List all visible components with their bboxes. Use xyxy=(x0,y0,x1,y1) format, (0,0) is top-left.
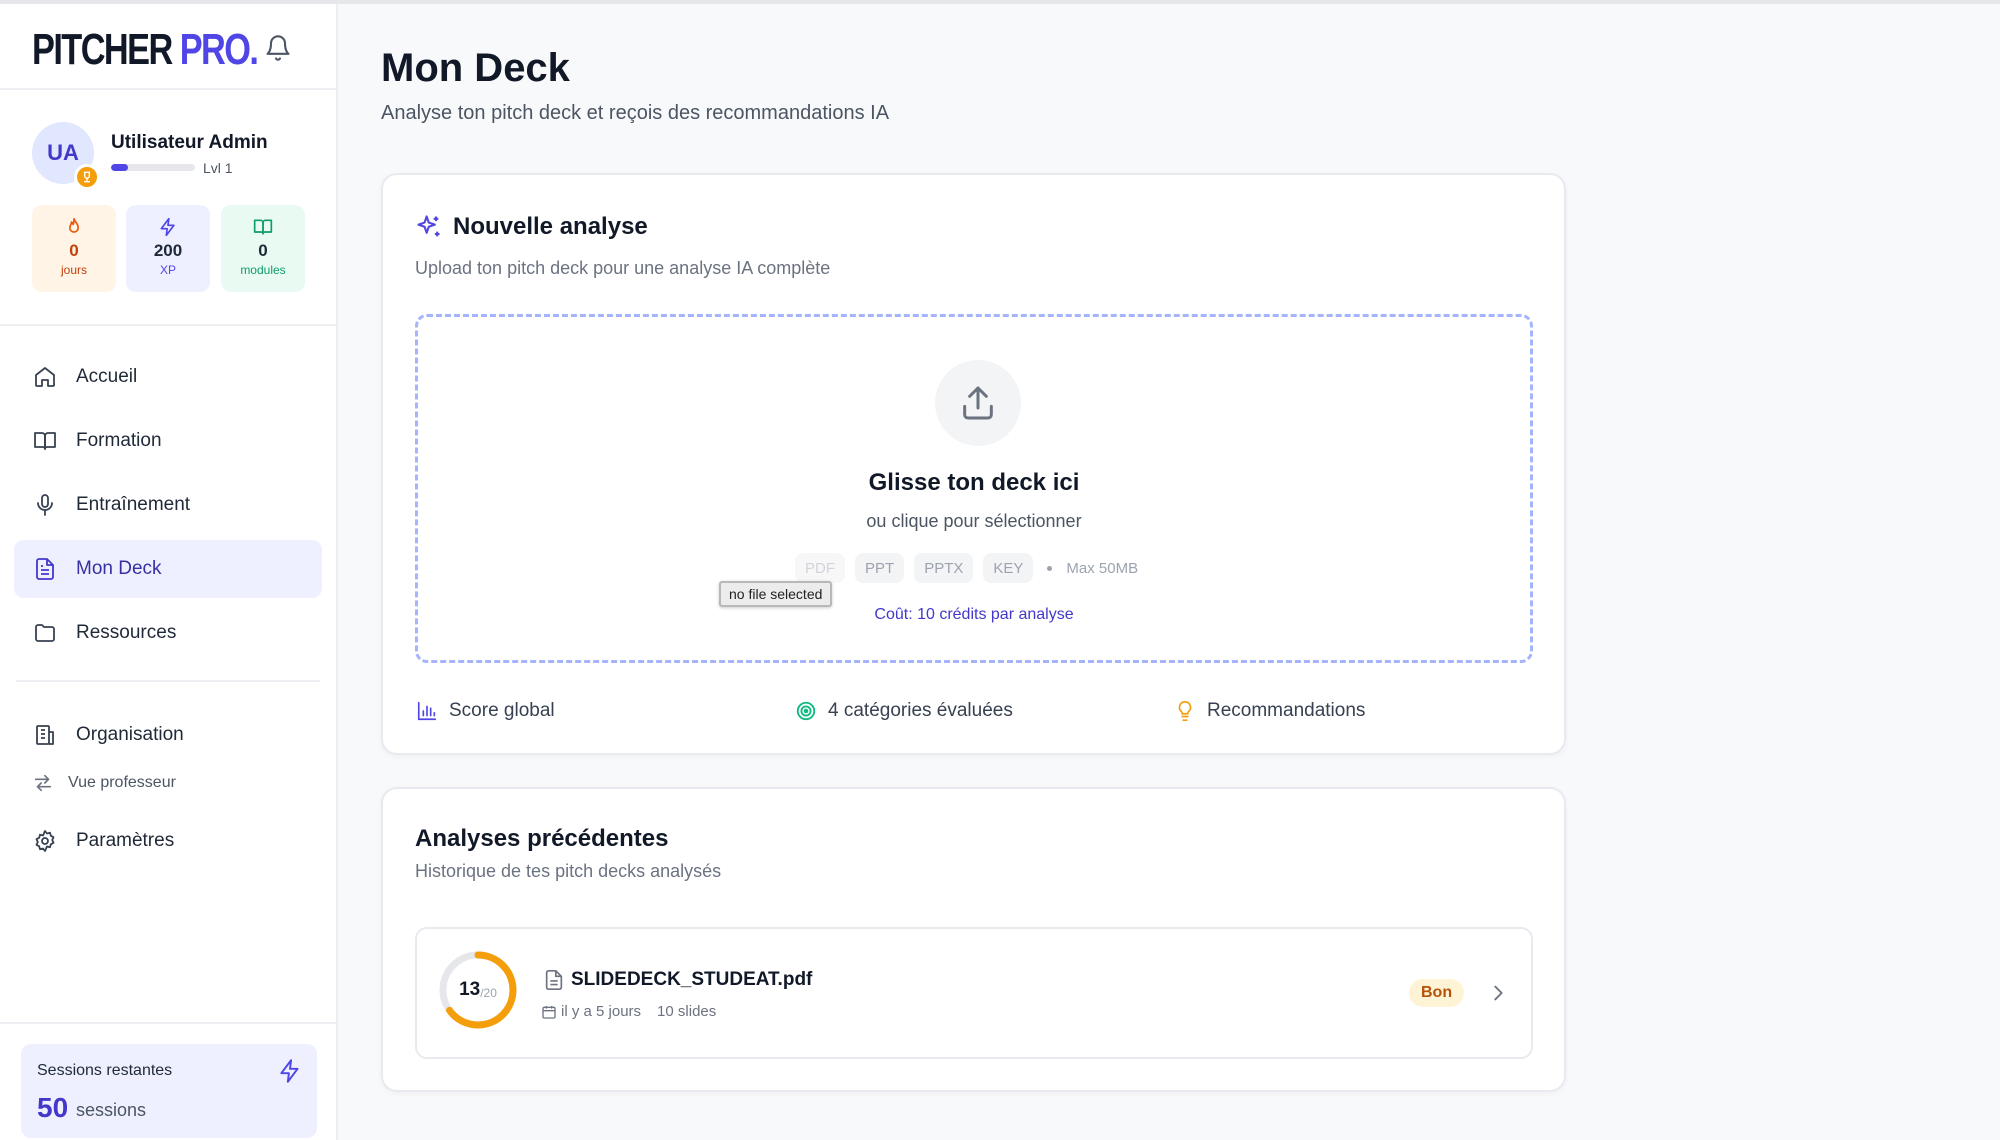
new-analysis-card: Nouvelle analyse Upload ton pitch deck p… xyxy=(381,173,1566,755)
nav-item-entrainement[interactable]: Entraînement xyxy=(14,476,322,534)
user-name: Utilisateur Admin xyxy=(111,132,268,153)
stat-streak-value: 0 xyxy=(69,241,79,260)
format-chip: PPTX xyxy=(914,553,974,583)
nav-item-accueil[interactable]: Accueil xyxy=(14,348,322,406)
history-title: Analyses précédentes xyxy=(415,825,669,852)
sessions-card: Sessions restantes 50 sessions xyxy=(21,1044,317,1138)
building-icon xyxy=(32,722,58,748)
feature-label: Recommandations xyxy=(1207,700,1366,721)
dropzone-title: Glisse ton deck ici xyxy=(868,469,1080,496)
file-dropzone[interactable]: Glisse ton deck ici ou clique pour sélec… xyxy=(415,314,1533,663)
nav-label: Entraînement xyxy=(76,494,191,515)
sessions-unit: sessions xyxy=(76,1100,147,1120)
nav-item-formation[interactable]: Formation xyxy=(14,412,322,470)
stat-streak: 0 jours xyxy=(32,205,116,292)
sidebar-divider xyxy=(0,1022,336,1024)
analysis-cost: Coût: 10 crédits par analyse xyxy=(874,606,1074,623)
nav-item-ressources[interactable]: Ressources xyxy=(14,604,322,662)
gear-icon xyxy=(32,828,58,854)
avatar-initials: UA xyxy=(47,140,79,165)
feature-label: 4 catégories évaluées xyxy=(828,700,1013,721)
feature-score-global: Score global xyxy=(415,699,555,723)
bell-icon[interactable] xyxy=(264,34,292,62)
max-size: Max 50MB xyxy=(1066,559,1139,577)
brand-part1: PITCHER xyxy=(32,25,180,74)
sidebar-divider xyxy=(0,88,336,90)
stat-modules-value: 0 xyxy=(258,241,268,260)
swap-icon xyxy=(34,774,52,792)
file-input-tooltip: no file selected xyxy=(719,581,833,607)
rating-badge: Bon xyxy=(1409,979,1465,1007)
file-name: SLIDEDECK_STUDEAT.pdf xyxy=(571,969,813,990)
format-chip: PPT xyxy=(855,553,905,583)
nav-label: Formation xyxy=(76,430,162,451)
flame-icon xyxy=(69,217,79,233)
feature-categories: 4 catégories évaluées xyxy=(794,699,1013,723)
target-icon xyxy=(794,699,818,723)
sessions-title: Sessions restantes xyxy=(37,1062,173,1079)
format-list: PDF PPT PPTX KEY Max 50MB xyxy=(795,553,1138,583)
nav-label: Organisation xyxy=(76,724,184,745)
lightbulb-icon xyxy=(1173,699,1197,723)
file-meta: il y a 5 jours 10 slides xyxy=(541,1003,716,1020)
sidebar: PITCHER PRO. UA Utilisateur Admin Lvl 1 … xyxy=(0,4,338,1140)
nav-label: Mon Deck xyxy=(76,558,162,579)
stat-modules-unit: modules xyxy=(240,263,286,277)
level-progress-fill xyxy=(111,164,128,171)
bolt-icon xyxy=(280,1059,299,1083)
trophy-icon xyxy=(74,164,100,190)
calendar-icon xyxy=(542,1005,556,1019)
home-icon xyxy=(32,364,58,390)
mic-icon xyxy=(32,492,58,518)
score-max: /20 xyxy=(480,985,497,1000)
nav-label: Accueil xyxy=(76,366,138,387)
page-title: Mon Deck xyxy=(381,46,570,90)
file-icon xyxy=(545,970,563,990)
nav-item-organisation[interactable]: Organisation xyxy=(14,706,322,764)
nav-label: Paramètres xyxy=(76,830,175,851)
book-open-icon xyxy=(32,428,58,454)
stat-streak-unit: jours xyxy=(60,263,87,277)
upload-icon xyxy=(935,360,1021,446)
sidebar-divider xyxy=(0,324,336,326)
score-label: 13/20 xyxy=(437,949,519,1031)
chevron-right-icon[interactable] xyxy=(1487,982,1509,1004)
stat-xp: 200 XP xyxy=(126,205,210,292)
stat-xp-unit: XP xyxy=(159,263,176,277)
brand-part2: PRO. xyxy=(179,25,259,74)
nav-item-mon-deck[interactable]: Mon Deck xyxy=(14,540,322,598)
sessions-count: 50 xyxy=(37,1092,69,1123)
book-icon xyxy=(253,219,273,235)
file-slides: 10 slides xyxy=(657,1003,717,1020)
user-level: Lvl 1 xyxy=(203,160,233,176)
nav-item-parametres[interactable]: Paramètres xyxy=(14,812,322,870)
stat-xp-value: 200 xyxy=(153,241,183,260)
history-subtitle: Historique de tes pitch decks analysés xyxy=(415,861,722,881)
nav-divider xyxy=(16,680,320,682)
separator-dot xyxy=(1047,565,1053,571)
file-date: il y a 5 jours xyxy=(561,1003,642,1020)
file-text-icon xyxy=(32,556,58,582)
format-chip: PDF xyxy=(795,553,845,583)
history-item[interactable]: 13/20 SLIDEDECK_STUDEAT.pdf il y a 5 jou… xyxy=(415,927,1533,1059)
level-progress-bar xyxy=(111,164,195,171)
format-chip: KEY xyxy=(983,553,1034,583)
nav-label: Ressources xyxy=(76,622,177,643)
sparkles-icon xyxy=(417,215,440,237)
page-subtitle: Analyse ton pitch deck et reçois des rec… xyxy=(381,102,890,124)
feature-recommandations: Recommandations xyxy=(1173,699,1365,723)
bar-chart-icon xyxy=(415,699,439,723)
stat-modules: 0 modules xyxy=(221,205,305,292)
score-value: 13 xyxy=(459,979,481,1000)
dropzone-subtitle: ou clique pour sélectionner xyxy=(866,511,1082,531)
new-analysis-title: Nouvelle analyse xyxy=(453,213,648,240)
history-card: Analyses précédentes Historique de tes p… xyxy=(381,787,1566,1092)
bolt-icon xyxy=(160,217,175,237)
nav-label: Vue professeur xyxy=(68,774,176,791)
feature-label: Score global xyxy=(449,700,555,721)
nav-item-vue-professeur[interactable]: Vue professeur xyxy=(32,772,176,794)
folder-icon xyxy=(32,620,58,646)
new-analysis-subtitle: Upload ton pitch deck pour une analyse I… xyxy=(415,258,831,278)
